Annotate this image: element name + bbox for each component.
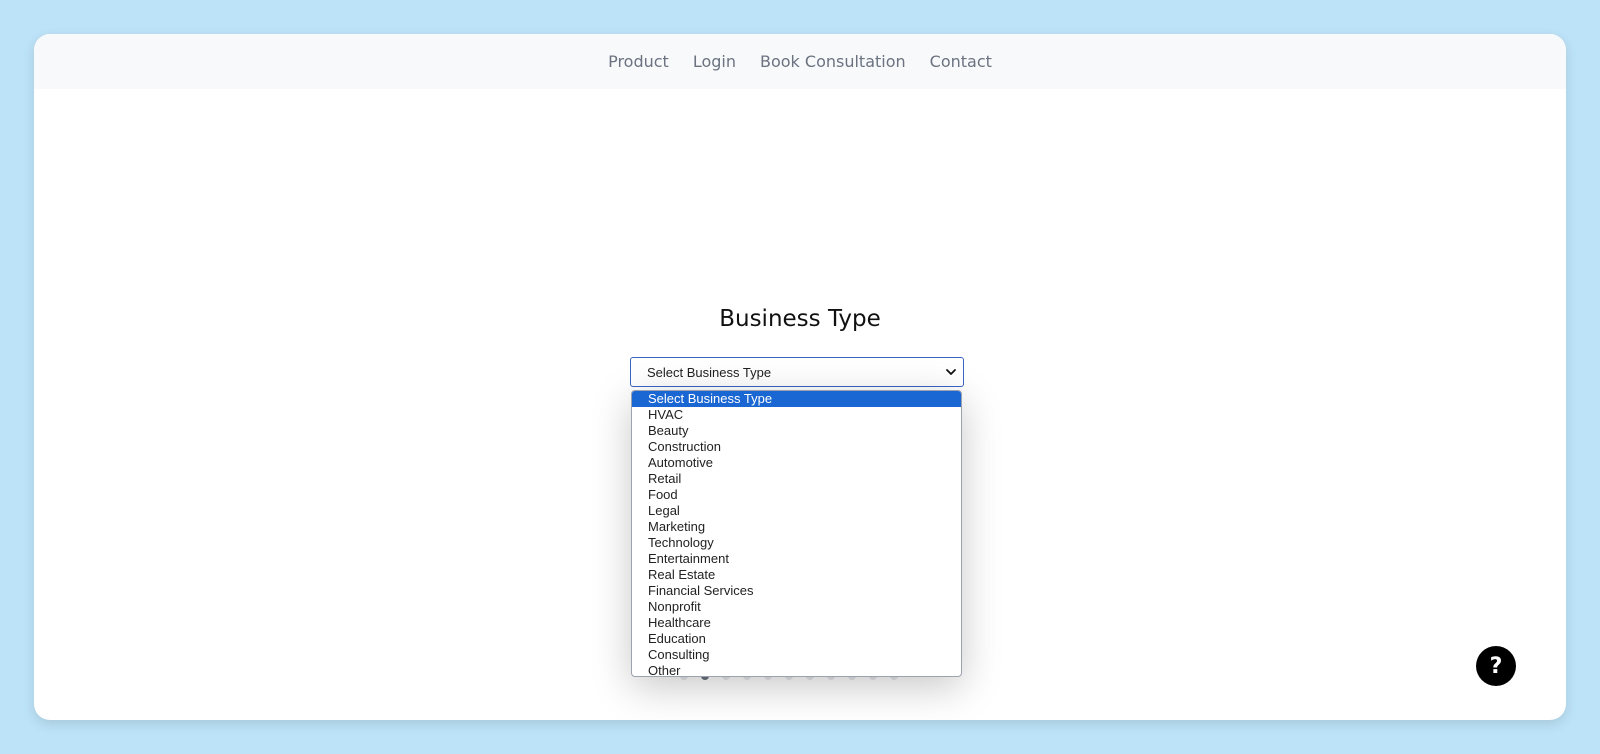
business-type-select[interactable]: Select Business Type <box>630 357 964 387</box>
page-title: Business Type <box>719 306 881 332</box>
dropdown-option[interactable]: Consulting <box>632 647 961 663</box>
nav-contact-link[interactable]: Contact <box>930 52 992 71</box>
nav-book-consultation-link[interactable]: Book Consultation <box>760 52 906 71</box>
dropdown-option[interactable]: Nonprofit <box>632 599 961 615</box>
dropdown-option[interactable]: Entertainment <box>632 551 961 567</box>
chevron-down-icon <box>946 369 956 375</box>
dropdown-option[interactable]: Beauty <box>632 423 961 439</box>
dropdown-option[interactable]: Construction <box>632 439 961 455</box>
dropdown-option[interactable]: Education <box>632 631 961 647</box>
dropdown-option[interactable]: Healthcare <box>632 615 961 631</box>
select-value: Select Business Type <box>647 364 772 380</box>
dropdown-option[interactable]: Legal <box>632 503 961 519</box>
help-button[interactable]: ? <box>1476 646 1516 686</box>
question-mark-icon: ? <box>1489 653 1503 679</box>
dropdown-option[interactable]: Other <box>632 663 961 676</box>
dropdown-option[interactable]: Retail <box>632 471 961 487</box>
dropdown-option[interactable]: Food <box>632 487 961 503</box>
dropdown-option[interactable]: Technology <box>632 535 961 551</box>
business-type-dropdown-list: Select Business Type HVAC Beauty Constructi… <box>631 390 962 677</box>
dropdown-option[interactable]: Marketing <box>632 519 961 535</box>
dropdown-option[interactable]: HVAC <box>632 407 961 423</box>
dropdown-option[interactable]: Real Estate <box>632 567 961 583</box>
nav-login-link[interactable]: Login <box>693 52 736 71</box>
nav-product-link[interactable]: Product <box>608 52 669 71</box>
dropdown-option[interactable]: Select Business Type <box>632 391 961 407</box>
dropdown-option[interactable]: Financial Services <box>632 583 961 599</box>
dropdown-option[interactable]: Automotive <box>632 455 961 471</box>
top-nav: Product Login Book Consultation Contact <box>34 34 1566 89</box>
main-card: Product Login Book Consultation Contact … <box>34 34 1566 720</box>
